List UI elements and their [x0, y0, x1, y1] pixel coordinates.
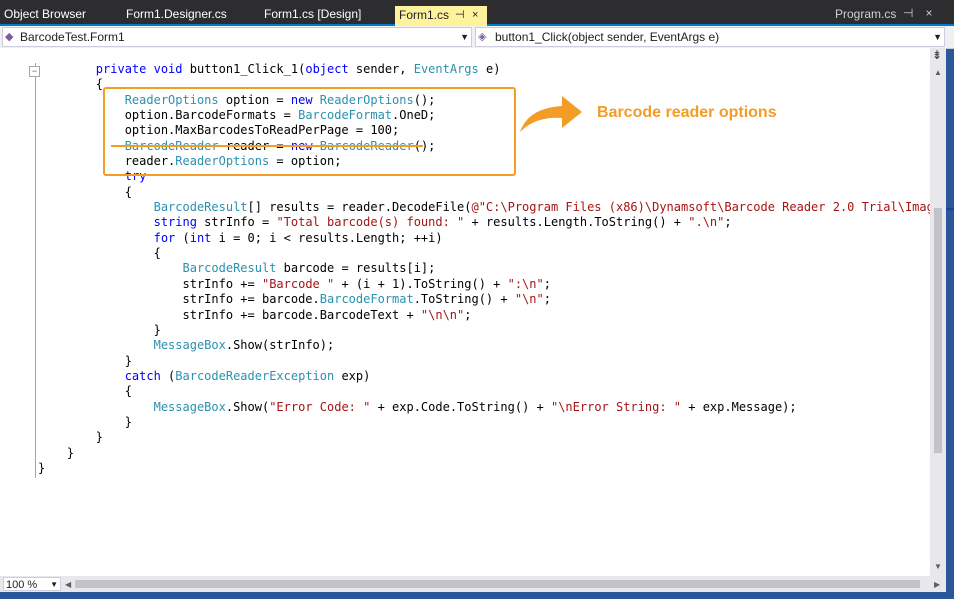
annotation-arrow-icon — [520, 96, 582, 132]
annotation-strikethrough-line — [111, 145, 423, 147]
chevron-down-icon[interactable]: ▼ — [50, 578, 58, 592]
split-window-icon[interactable]: ⇟ — [932, 48, 942, 62]
bottom-bar: 100 % ▼ ◀ ▶ — [0, 576, 946, 592]
code-line[interactable]: for (int i = 0; i < results.Length; ++i) — [38, 231, 443, 245]
navigation-bar: ◆ BarcodeTest.Form1 ▼ ◈ button1_Click(ob… — [0, 26, 954, 49]
code-line[interactable]: strInfo += barcode.BarcodeText + "\n\n"; — [38, 308, 471, 322]
code-line[interactable]: } — [38, 430, 103, 444]
code-line[interactable]: private void button1_Click_1(object send… — [38, 62, 501, 76]
annotation-label: Barcode reader options — [597, 104, 777, 121]
tab-form1-designer-cs[interactable]: Form1.Designer.cs — [126, 5, 227, 24]
close-window-icon[interactable]: × — [925, 6, 932, 20]
close-tab-icon[interactable]: × — [472, 6, 478, 25]
code-line[interactable]: { — [38, 246, 161, 260]
tab-label: Form1.cs [Design] — [264, 7, 362, 21]
code-line[interactable]: { — [38, 77, 103, 91]
code-line[interactable]: catch (BarcodeReaderException exp) — [38, 369, 371, 383]
zoom-level-value: 100 % — [6, 579, 38, 591]
annotation-highlight-box — [103, 87, 516, 176]
class-icon: ◆ — [5, 31, 14, 43]
code-line[interactable]: { — [38, 185, 132, 199]
scroll-left-icon[interactable]: ◀ — [65, 580, 71, 589]
class-selector-value: BarcodeTest.Form1 — [20, 30, 125, 44]
code-line[interactable]: } — [38, 354, 132, 368]
scroll-right-icon[interactable]: ▶ — [934, 580, 940, 589]
scroll-up-icon[interactable]: ▲ — [934, 68, 942, 77]
code-line[interactable]: } — [38, 323, 161, 337]
code-line[interactable]: { — [38, 384, 132, 398]
document-tab-bar: Object Browser Form1.Designer.cs Form1.c… — [0, 0, 954, 26]
code-line[interactable]: strInfo += barcode.BarcodeFormat.ToStrin… — [38, 292, 551, 306]
chevron-down-icon[interactable]: ▼ — [460, 28, 469, 46]
code-line[interactable]: } — [38, 446, 74, 460]
tab-object-browser[interactable]: Object Browser — [4, 5, 86, 24]
horizontal-scroll-thumb[interactable] — [75, 580, 920, 588]
tab-label: Form1.cs — [399, 8, 450, 22]
tab-form1-cs[interactable]: Form1.cs ⊣ × — [395, 6, 487, 26]
code-line[interactable]: } — [38, 461, 45, 475]
pin-window-icon[interactable]: ⊣ — [903, 6, 913, 20]
code-line[interactable]: MessageBox.Show(strInfo); — [38, 338, 335, 352]
tab-window-controls: ⊣ × — [903, 6, 944, 20]
scroll-position-marker — [946, 208, 954, 210]
code-line[interactable]: BarcodeResult barcode = results[i]; — [38, 261, 436, 275]
scroll-down-icon[interactable]: ▼ — [934, 562, 942, 571]
vertical-scrollbar[interactable]: ⇟ ▲ ▼ — [930, 48, 946, 576]
class-selector-dropdown[interactable]: ◆ BarcodeTest.Form1 ▼ — [2, 27, 472, 47]
method-icon: ◈ — [478, 31, 487, 43]
code-line[interactable]: } — [38, 415, 132, 429]
code-line[interactable]: BarcodeResult[] results = reader.DecodeF… — [38, 200, 930, 214]
outline-margin-line — [35, 63, 36, 478]
pin-tab-icon[interactable]: ⊣ — [455, 6, 465, 25]
tab-label: Form1.Designer.cs — [126, 7, 227, 21]
tab-program-cs[interactable]: Program.cs — [835, 5, 896, 24]
code-line[interactable]: MessageBox.Show("Error Code: " + exp.Cod… — [38, 400, 797, 414]
vertical-scroll-thumb[interactable] — [934, 208, 942, 453]
code-line[interactable]: string strInfo = "Total barcode(s) found… — [38, 215, 732, 229]
code-line[interactable]: strInfo += "Barcode " + (i + 1).ToString… — [38, 277, 550, 291]
member-selector-value: button1_Click(object sender, EventArgs e… — [495, 30, 720, 44]
zoom-level-dropdown[interactable]: 100 % ▼ — [3, 577, 61, 591]
tab-form1-cs-design[interactable]: Form1.cs [Design] — [264, 5, 361, 24]
tab-label: Program.cs — [835, 7, 897, 21]
chevron-down-icon[interactable]: ▼ — [933, 28, 942, 46]
tab-label: Object Browser — [4, 7, 87, 21]
member-selector-dropdown[interactable]: ◈ button1_Click(object sender, EventArgs… — [475, 27, 945, 47]
